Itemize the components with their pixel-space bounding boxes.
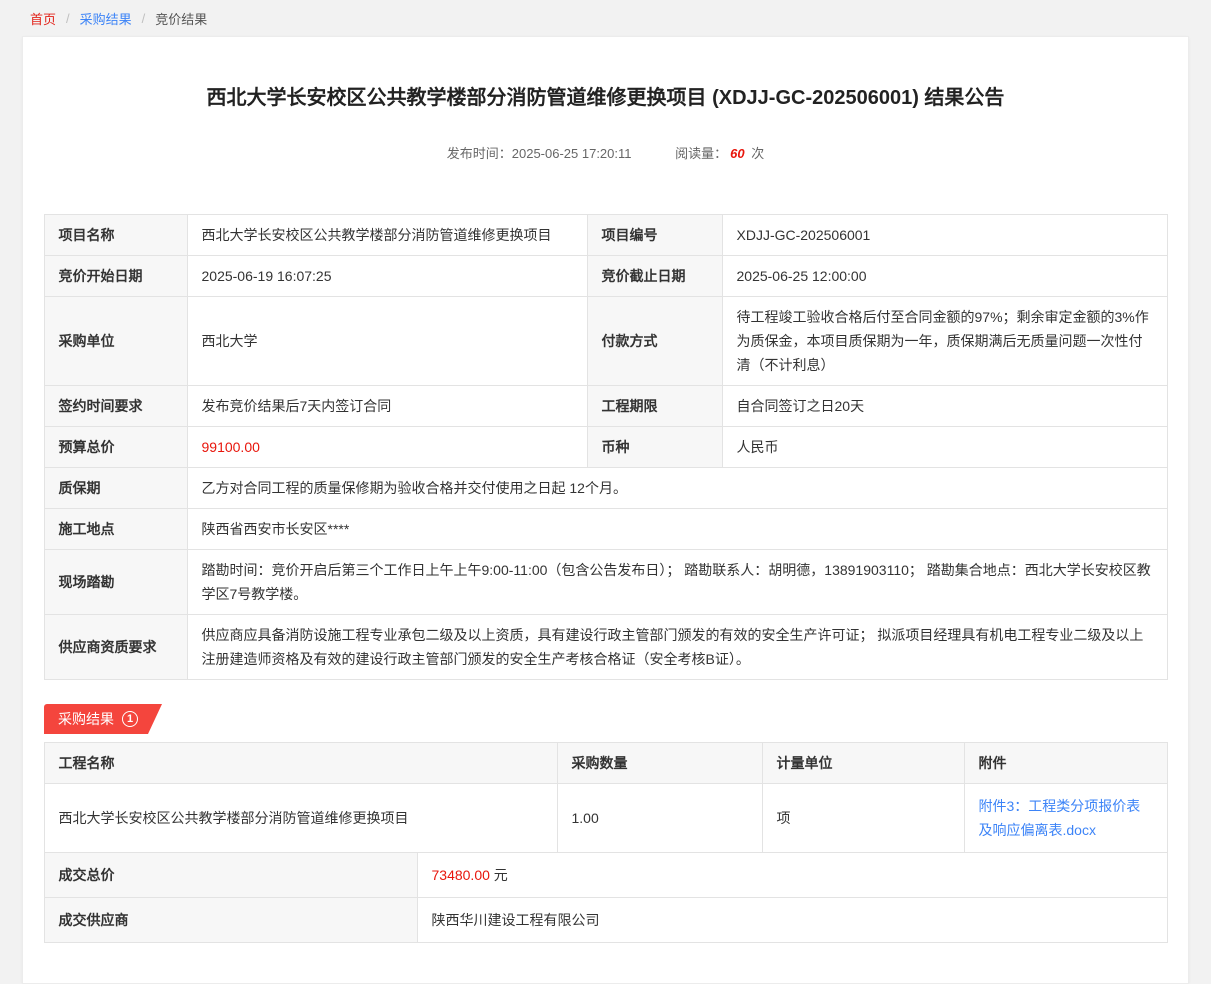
label-site-survey: 现场踏勘 [44, 550, 187, 615]
label-warranty: 质保期 [44, 468, 187, 509]
value-deal-supplier: 陕西华川建设工程有限公司 [417, 898, 1167, 943]
breadcrumb-home-link[interactable]: 首页 [30, 9, 56, 28]
announcement-card: 西北大学长安校区公共教学楼部分消防管道维修更换项目 (XDJJ-GC-20250… [22, 36, 1189, 984]
label-construction-site: 施工地点 [44, 509, 187, 550]
result-attachment-cell: 附件3：工程类分项报价表及响应偏离表.docx [964, 784, 1167, 853]
deal-total-unit: 元 [494, 867, 508, 883]
value-sign-time: 发布竞价结果后7天内签订合同 [187, 386, 587, 427]
table-row: 施工地点 陕西省西安市长安区**** [44, 509, 1167, 550]
label-bid-end-date: 竞价截止日期 [587, 256, 722, 297]
deal-total-amount: 73480.00 [432, 867, 490, 883]
purchase-result-badge: 采购结果 1 [44, 704, 162, 734]
breadcrumb: 首页 / 采购结果 / 竞价结果 [0, 0, 1211, 36]
value-purchase-unit: 西北大学 [187, 297, 587, 386]
result-section-header: 采购结果 1 [44, 704, 1167, 734]
label-deal-supplier: 成交供应商 [44, 898, 417, 943]
label-payment-method: 付款方式 [587, 297, 722, 386]
value-bid-end-date: 2025-06-25 12:00:00 [722, 256, 1167, 297]
value-project-name: 西北大学长安校区公共教学楼部分消防管道维修更换项目 [187, 215, 587, 256]
header-quantity: 采购数量 [557, 743, 762, 784]
label-purchase-unit: 采购单位 [44, 297, 187, 386]
label-supplier-qualification: 供应商资质要求 [44, 615, 187, 680]
table-row: 西北大学长安校区公共教学楼部分消防管道维修更换项目 1.00 项 附件3：工程类… [44, 784, 1167, 853]
page-title: 西北大学长安校区公共教学楼部分消防管道维修更换项目 (XDJJ-GC-20250… [113, 83, 1098, 113]
breadcrumb-separator: / [142, 11, 146, 26]
value-currency: 人民币 [722, 427, 1167, 468]
value-project-duration: 自合同签订之日20天 [722, 386, 1167, 427]
result-project-name: 西北大学长安校区公共教学楼部分消防管道维修更换项目 [44, 784, 557, 853]
badge-number: 1 [122, 711, 138, 727]
publish-time-label: 发布时间： [447, 146, 512, 161]
table-row: 项目名称 西北大学长安校区公共教学楼部分消防管道维修更换项目 项目编号 XDJJ… [44, 215, 1167, 256]
label-bid-start-date: 竞价开始日期 [44, 256, 187, 297]
label-project-code: 项目编号 [587, 215, 722, 256]
announcement-meta: 发布时间：2025-06-25 17:20:11 阅读量：60 次 [43, 143, 1168, 162]
views-label: 阅读量： [675, 146, 727, 161]
project-info-table: 项目名称 西北大学长安校区公共教学楼部分消防管道维修更换项目 项目编号 XDJJ… [44, 214, 1168, 680]
label-deal-total: 成交总价 [44, 853, 417, 898]
value-payment-method: 待工程竣工验收合格后付至合同金额的97%；剩余审定金额的3%作为质保金，本项目质… [722, 297, 1167, 386]
table-row: 现场踏勘 踏勘时间：竞价开启后第三个工作日上午上午9:00-11:00（包含公告… [44, 550, 1167, 615]
label-project-duration: 工程期限 [587, 386, 722, 427]
table-row: 供应商资质要求 供应商应具备消防设施工程专业承包二级及以上资质，具有建设行政主管… [44, 615, 1167, 680]
breadcrumb-purchase-results-link[interactable]: 采购结果 [80, 9, 132, 28]
label-currency: 币种 [587, 427, 722, 468]
table-row: 竞价开始日期 2025-06-19 16:07:25 竞价截止日期 2025-0… [44, 256, 1167, 297]
header-project-name: 工程名称 [44, 743, 557, 784]
publish-time-group: 发布时间：2025-06-25 17:20:11 [447, 146, 635, 161]
value-warranty: 乙方对合同工程的质量保修期为验收合格并交付使用之日起 12个月。 [187, 468, 1167, 509]
value-project-code: XDJJ-GC-202506001 [722, 215, 1167, 256]
header-unit: 计量单位 [762, 743, 964, 784]
table-row: 签约时间要求 发布竞价结果后7天内签订合同 工程期限 自合同签订之日20天 [44, 386, 1167, 427]
views-count: 60 [730, 146, 744, 161]
result-unit: 项 [762, 784, 964, 853]
table-row: 成交总价 73480.00 元 [44, 853, 1167, 898]
label-sign-time: 签约时间要求 [44, 386, 187, 427]
value-site-survey: 踏勘时间：竞价开启后第三个工作日上午上午9:00-11:00（包含公告发布日）；… [187, 550, 1167, 615]
value-budget-total: 99100.00 [187, 427, 587, 468]
label-project-name: 项目名称 [44, 215, 187, 256]
publish-time-value: 2025-06-25 17:20:11 [512, 146, 632, 161]
breadcrumb-current: 竞价结果 [155, 9, 207, 28]
header-attachment: 附件 [964, 743, 1167, 784]
table-header-row: 工程名称 采购数量 计量单位 附件 [44, 743, 1167, 784]
value-supplier-qualification: 供应商应具备消防设施工程专业承包二级及以上资质，具有建设行政主管部门颁发的有效的… [187, 615, 1167, 680]
attachment-link[interactable]: 附件3：工程类分项报价表及响应偏离表.docx [979, 798, 1141, 838]
value-bid-start-date: 2025-06-19 16:07:25 [187, 256, 587, 297]
views-unit: 次 [751, 146, 764, 161]
table-row: 采购单位 西北大学 付款方式 待工程竣工验收合格后付至合同金额的97%；剩余审定… [44, 297, 1167, 386]
value-construction-site: 陕西省西安市长安区**** [187, 509, 1167, 550]
result-quantity: 1.00 [557, 784, 762, 853]
table-row: 质保期 乙方对合同工程的质量保修期为验收合格并交付使用之日起 12个月。 [44, 468, 1167, 509]
value-deal-total: 73480.00 元 [417, 853, 1167, 898]
label-budget-total: 预算总价 [44, 427, 187, 468]
breadcrumb-separator: / [66, 11, 70, 26]
views-group: 阅读量：60 次 [675, 146, 764, 161]
table-row: 预算总价 99100.00 币种 人民币 [44, 427, 1167, 468]
table-row: 成交供应商 陕西华川建设工程有限公司 [44, 898, 1167, 943]
purchase-result-badge-label: 采购结果 [58, 709, 114, 729]
